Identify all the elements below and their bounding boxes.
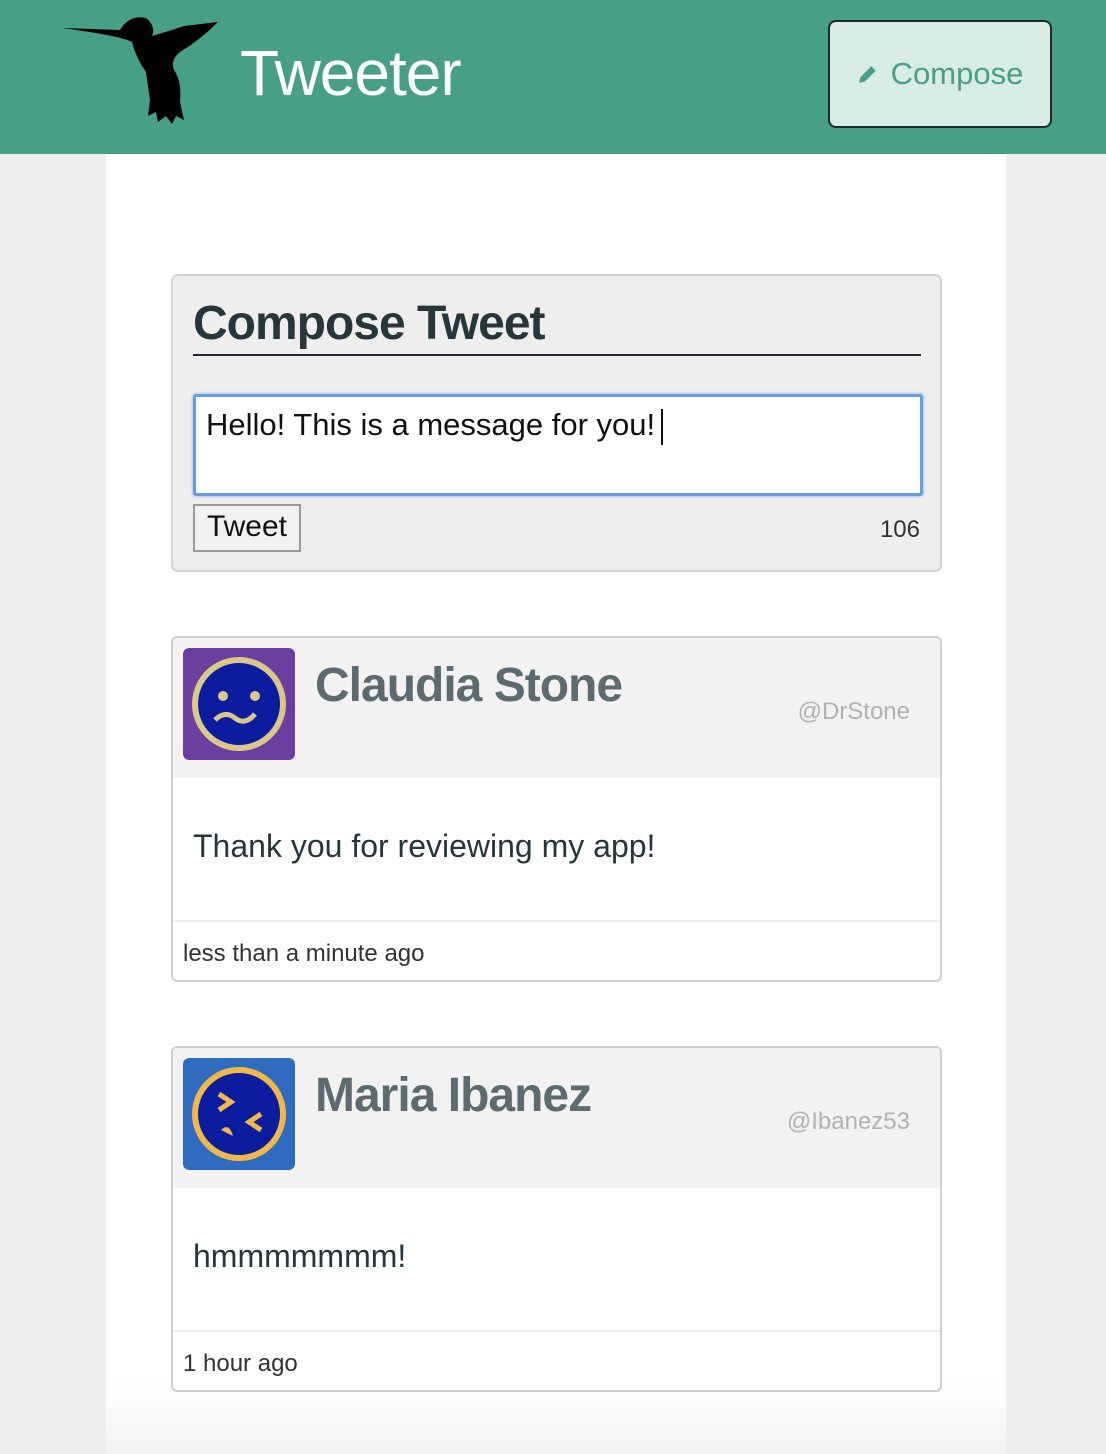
tweet-input[interactable]: Hello! This is a message for you!: [193, 394, 923, 496]
tweet-input-value: Hello! This is a message for you!: [206, 407, 656, 442]
avatar: [183, 1058, 295, 1170]
hummingbird-logo-icon: [62, 17, 218, 125]
brand-title: Tweeter: [240, 37, 462, 109]
tweet-text: hmmmmmmm!: [193, 1238, 407, 1274]
tweet-button[interactable]: Tweet: [193, 504, 301, 552]
compose-tweet-panel: Compose Tweet Hello! This is a message f…: [171, 274, 942, 572]
compose-title: Compose Tweet: [193, 294, 921, 356]
text-caret: [661, 408, 664, 445]
pencil-icon: [858, 66, 876, 83]
compose-button[interactable]: Compose: [828, 20, 1052, 128]
top-nav: Tweeter Compose: [0, 0, 1106, 154]
tweet-header: Maria Ibanez @Ibanez53: [173, 1048, 940, 1188]
tweet-timestamp: 1 hour ago: [183, 1350, 298, 1377]
avatar: [183, 648, 295, 760]
author-handle: @DrStone: [797, 698, 910, 725]
tweet-header: Claudia Stone @DrStone: [173, 638, 940, 778]
tweet-text: Thank you for reviewing my app!: [193, 828, 656, 864]
author-handle: @Ibanez53: [786, 1108, 910, 1135]
tweet-card: Claudia Stone @DrStone Thank you for rev…: [171, 636, 942, 982]
tweet-card: Maria Ibanez @Ibanez53 hmmmmmmm! 1 hour …: [171, 1046, 942, 1392]
tweet-footer: less than a minute ago: [173, 920, 940, 980]
character-counter: 106: [879, 516, 920, 543]
compose-button-label: Compose: [890, 56, 1024, 91]
author-name: Claudia Stone: [315, 659, 623, 712]
tweet-timestamp: less than a minute ago: [183, 940, 425, 967]
author-name: Maria Ibanez: [315, 1069, 592, 1122]
tweet-footer: 1 hour ago: [173, 1330, 940, 1390]
